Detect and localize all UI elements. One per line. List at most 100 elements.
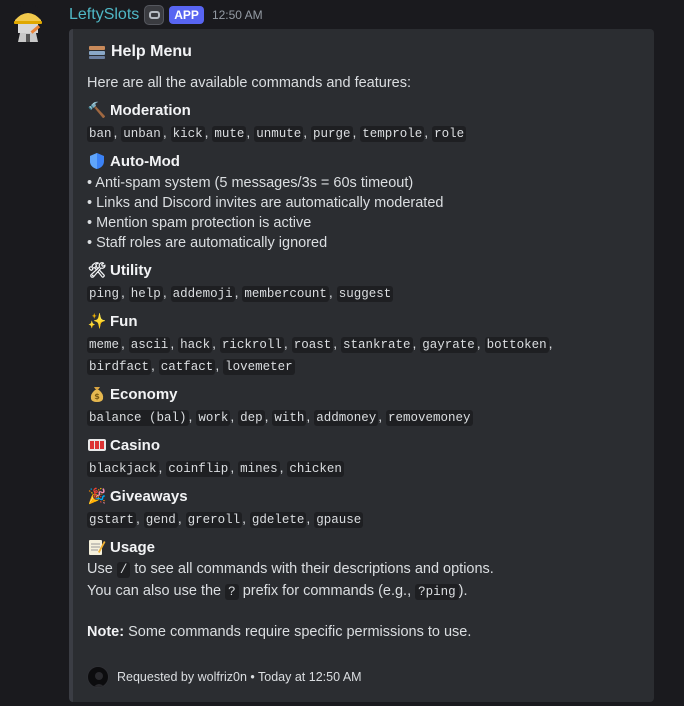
separator: , [242,510,250,526]
inline-code: ?ping [415,584,459,600]
section-title: Casino [110,436,161,454]
command-chip: help [128,286,163,302]
separator: , [230,408,239,424]
command-chip: temprole [360,126,425,142]
separator: , [378,408,386,424]
usage-line-1: Use / to see all commands with their des… [87,559,640,580]
separator: , [121,284,129,300]
requester-avatar [87,666,109,688]
bullet-item: • Mention spam protection is active [87,215,312,231]
command-chip: gpause [314,512,364,528]
section-usage: Usage Use / to see all commands with the… [87,536,640,602]
note-line: Note: Some commands require specific per… [87,622,640,642]
command-chip: gstart [87,512,137,528]
section-casino: Casino blackjack, coinflip, mines, chick… [87,434,640,479]
section-title: Fun [110,312,138,330]
command-list: meme, ascii, hack, rickroll, roast, stan… [87,333,607,377]
separator: , [136,510,144,526]
bullet-item: • Staff roles are automatically ignored [87,235,328,251]
command-chip: ban [87,126,114,142]
app-badge: APP [169,6,204,24]
command-chip: greroll [185,512,243,528]
section-moderation: 🔨 Moderation ban, unban, kick, mute, unmu… [87,99,640,144]
text: prefix for commands (e.g., [242,583,412,599]
embed-description: Here are all the available commands and … [87,75,412,91]
section-title: Moderation [110,101,191,119]
command-chip: suggest [336,286,394,302]
command-chip: hack [178,337,213,353]
command-list: gstart, gend, greroll, gdelete, gpause [87,508,607,530]
sparkles-icon: ✨ [87,313,107,330]
separator: , [162,284,171,300]
separator: , [212,335,220,351]
separator: , [121,335,129,351]
separator: , [170,335,179,351]
help-embed: Help Menu Here are all the available com… [69,29,654,702]
section-title: Usage [110,538,156,556]
separator: , [283,335,292,351]
separator: , [215,357,224,373]
bullet-item: • Links and Discord invites are automati… [87,195,444,211]
usage-line-2: You can also use the ? prefix for comman… [87,581,640,602]
command-chip: catfact [158,359,216,375]
section-giveaways: 🎉 Giveaways gstart, gend, greroll, gdelet… [87,485,640,530]
command-chip: mines [238,461,280,477]
text: to see all commands with their descripti… [134,561,494,577]
construction-worker-icon [9,5,47,43]
embed-footer: Requested by wolfriz0n • Today at 12:50 … [87,666,362,688]
separator: , [177,510,186,526]
separator: , [230,459,239,475]
message-timestamp[interactable]: 12:50 AM [212,8,263,22]
embed-title-text: Help Menu [111,43,192,60]
section-automod: Auto-Mod • Anti-spam system (5 messages/… [87,150,640,253]
command-chip: purge [310,126,353,142]
inline-code: / [116,562,131,578]
command-chip: unmute [254,126,304,142]
command-chip: rickroll [219,337,284,353]
command-chip: lovemeter [223,359,295,375]
command-chip: chicken [287,461,344,477]
command-chip: ping [87,286,122,302]
separator: , [151,357,159,373]
hammer-and-wrench-icon: 🛠 [87,262,107,279]
section-economy: $ Economy balance (bal), work, dep, with… [87,383,640,428]
command-chip: birdfact [87,359,152,375]
text: You can also use the [87,583,222,599]
bullet-item: • Anti-spam system (5 messages/3s = 60s … [87,175,414,191]
command-chip: stankrate [340,337,413,353]
separator: , [333,335,341,351]
separator: , [328,284,337,300]
command-list: balance (bal), work, dep, with, addmoney… [87,406,607,428]
command-chip: ascii [128,337,171,353]
command-chip: membercount [242,286,329,302]
party-popper-icon: 🎉 [87,488,107,505]
shield-icon [87,151,107,171]
separator: , [476,335,485,351]
command-chip: dep [238,410,265,426]
command-chip: balance (bal) [87,410,189,426]
command-list: blackjack, coinflip, mines, chicken [87,457,607,479]
bot-avatar[interactable] [8,4,48,44]
author-name[interactable]: LeftySlots [69,6,139,24]
command-list: ban, unban, kick, mute, unmute, purge, t… [87,122,607,144]
command-chip: unban [121,126,163,142]
command-chip: gdelete [249,512,307,528]
slot-machine-icon [87,435,107,455]
section-title: Auto-Mod [110,152,180,170]
command-chip: meme [87,337,122,353]
command-list: ping, help, addemoji, membercount, sugge… [87,282,607,304]
command-chip: gayrate [420,337,477,353]
command-chip: mute [212,126,247,142]
separator: , [424,124,433,140]
section-title: Utility [110,261,152,279]
command-chip: with [272,410,307,426]
hammer-icon: 🔨 [87,102,107,119]
command-chip: removemoney [386,410,473,426]
text: Use [87,561,113,577]
note-text: Some commands require specific permissio… [128,624,472,640]
embed-title: Help Menu [87,41,640,63]
section-title: Giveaways [110,487,188,505]
note-label: Note: [87,624,125,640]
separator: , [303,124,311,140]
command-chip: coinflip [166,461,231,477]
